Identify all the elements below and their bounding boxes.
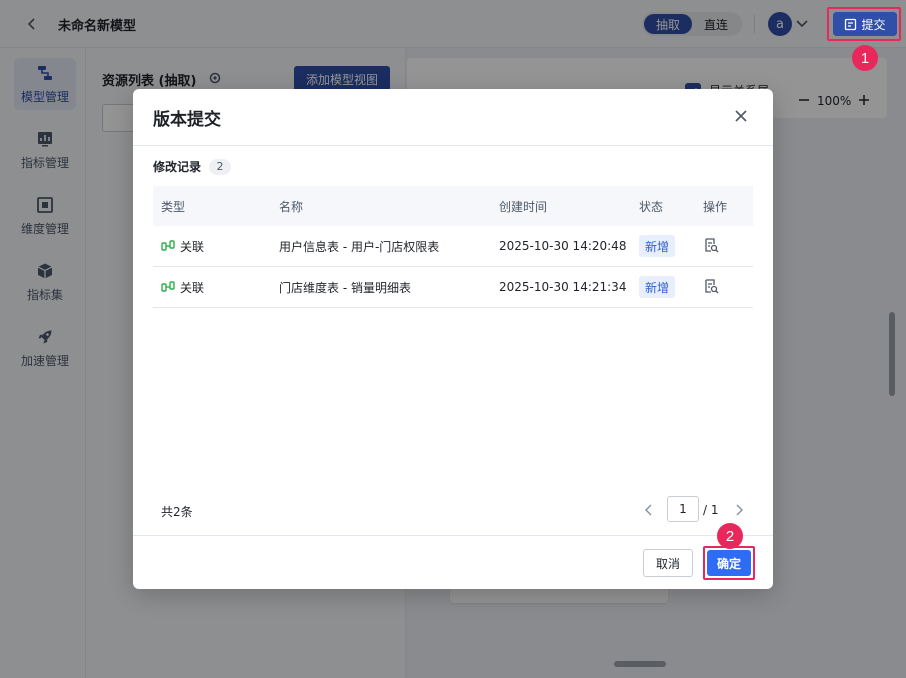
relation-icon [161, 281, 175, 292]
row-action [703, 278, 719, 297]
row-status: 新增 [639, 235, 676, 257]
view-detail-icon[interactable] [703, 278, 719, 294]
chevron-right-icon[interactable] [731, 502, 747, 518]
row-created-time: 2025-10-30 14:20:48 [499, 239, 627, 253]
relation-icon [161, 240, 175, 251]
dialog-title: 版本提交 [153, 110, 221, 130]
chevron-left-icon[interactable] [641, 502, 657, 518]
change-records-title: 修改记录 [153, 160, 202, 174]
step-badge-2: 2 [717, 523, 743, 549]
row-action [703, 237, 719, 256]
change-records-header: 修改记录 2 [153, 158, 232, 175]
cancel-button[interactable]: 取消 [643, 549, 693, 577]
submit-button-label: 提交 [861, 17, 886, 32]
step-badge-1: 1 [852, 45, 878, 71]
row-type: 关联 [161, 238, 204, 255]
column-header-name: 名称 [279, 199, 304, 214]
status-badge: 新增 [639, 276, 676, 298]
column-header-type: 类型 [161, 199, 186, 214]
dialog-footer-divider [133, 535, 773, 536]
column-header-action: 操作 [703, 199, 728, 214]
page-total: / 1 [703, 503, 719, 517]
record-count-badge: 2 [209, 158, 232, 175]
submit-button-highlighted[interactable]: 提交 [833, 12, 897, 36]
status-badge: 新增 [639, 235, 676, 257]
table-row: 关联 门店维度表 - 销量明细表 2025-10-30 14:21:34 新增 [153, 267, 753, 308]
dialog-divider [133, 145, 773, 146]
row-type: 关联 [161, 279, 204, 296]
version-submit-dialog: 版本提交 修改记录 2 类型 名称 创建时间 状态 操作 关联 用户信息表 - … [133, 89, 773, 589]
submit-doc-icon [845, 18, 857, 30]
row-type-label: 关联 [180, 280, 205, 295]
change-records-table: 类型 名称 创建时间 状态 操作 关联 用户信息表 - 用户-门店权限表 202… [153, 186, 753, 308]
row-status: 新增 [639, 276, 676, 298]
row-name: 用户信息表 - 用户-门店权限表 [279, 239, 440, 254]
column-header-created: 创建时间 [499, 199, 548, 214]
row-created-time: 2025-10-30 14:21:34 [499, 280, 627, 294]
table-row: 关联 用户信息表 - 用户-门店权限表 2025-10-30 14:20:48 … [153, 226, 753, 267]
row-name: 门店维度表 - 销量明细表 [279, 280, 411, 295]
view-detail-icon[interactable] [703, 237, 719, 253]
table-header: 类型 名称 创建时间 状态 操作 [153, 186, 753, 226]
page-number-input[interactable]: 1 [667, 496, 699, 522]
column-header-status: 状态 [639, 199, 664, 214]
close-icon[interactable] [733, 108, 749, 124]
confirm-button[interactable]: 确定 [707, 550, 751, 576]
total-count: 共2条 [161, 505, 193, 519]
row-type-label: 关联 [180, 239, 205, 254]
